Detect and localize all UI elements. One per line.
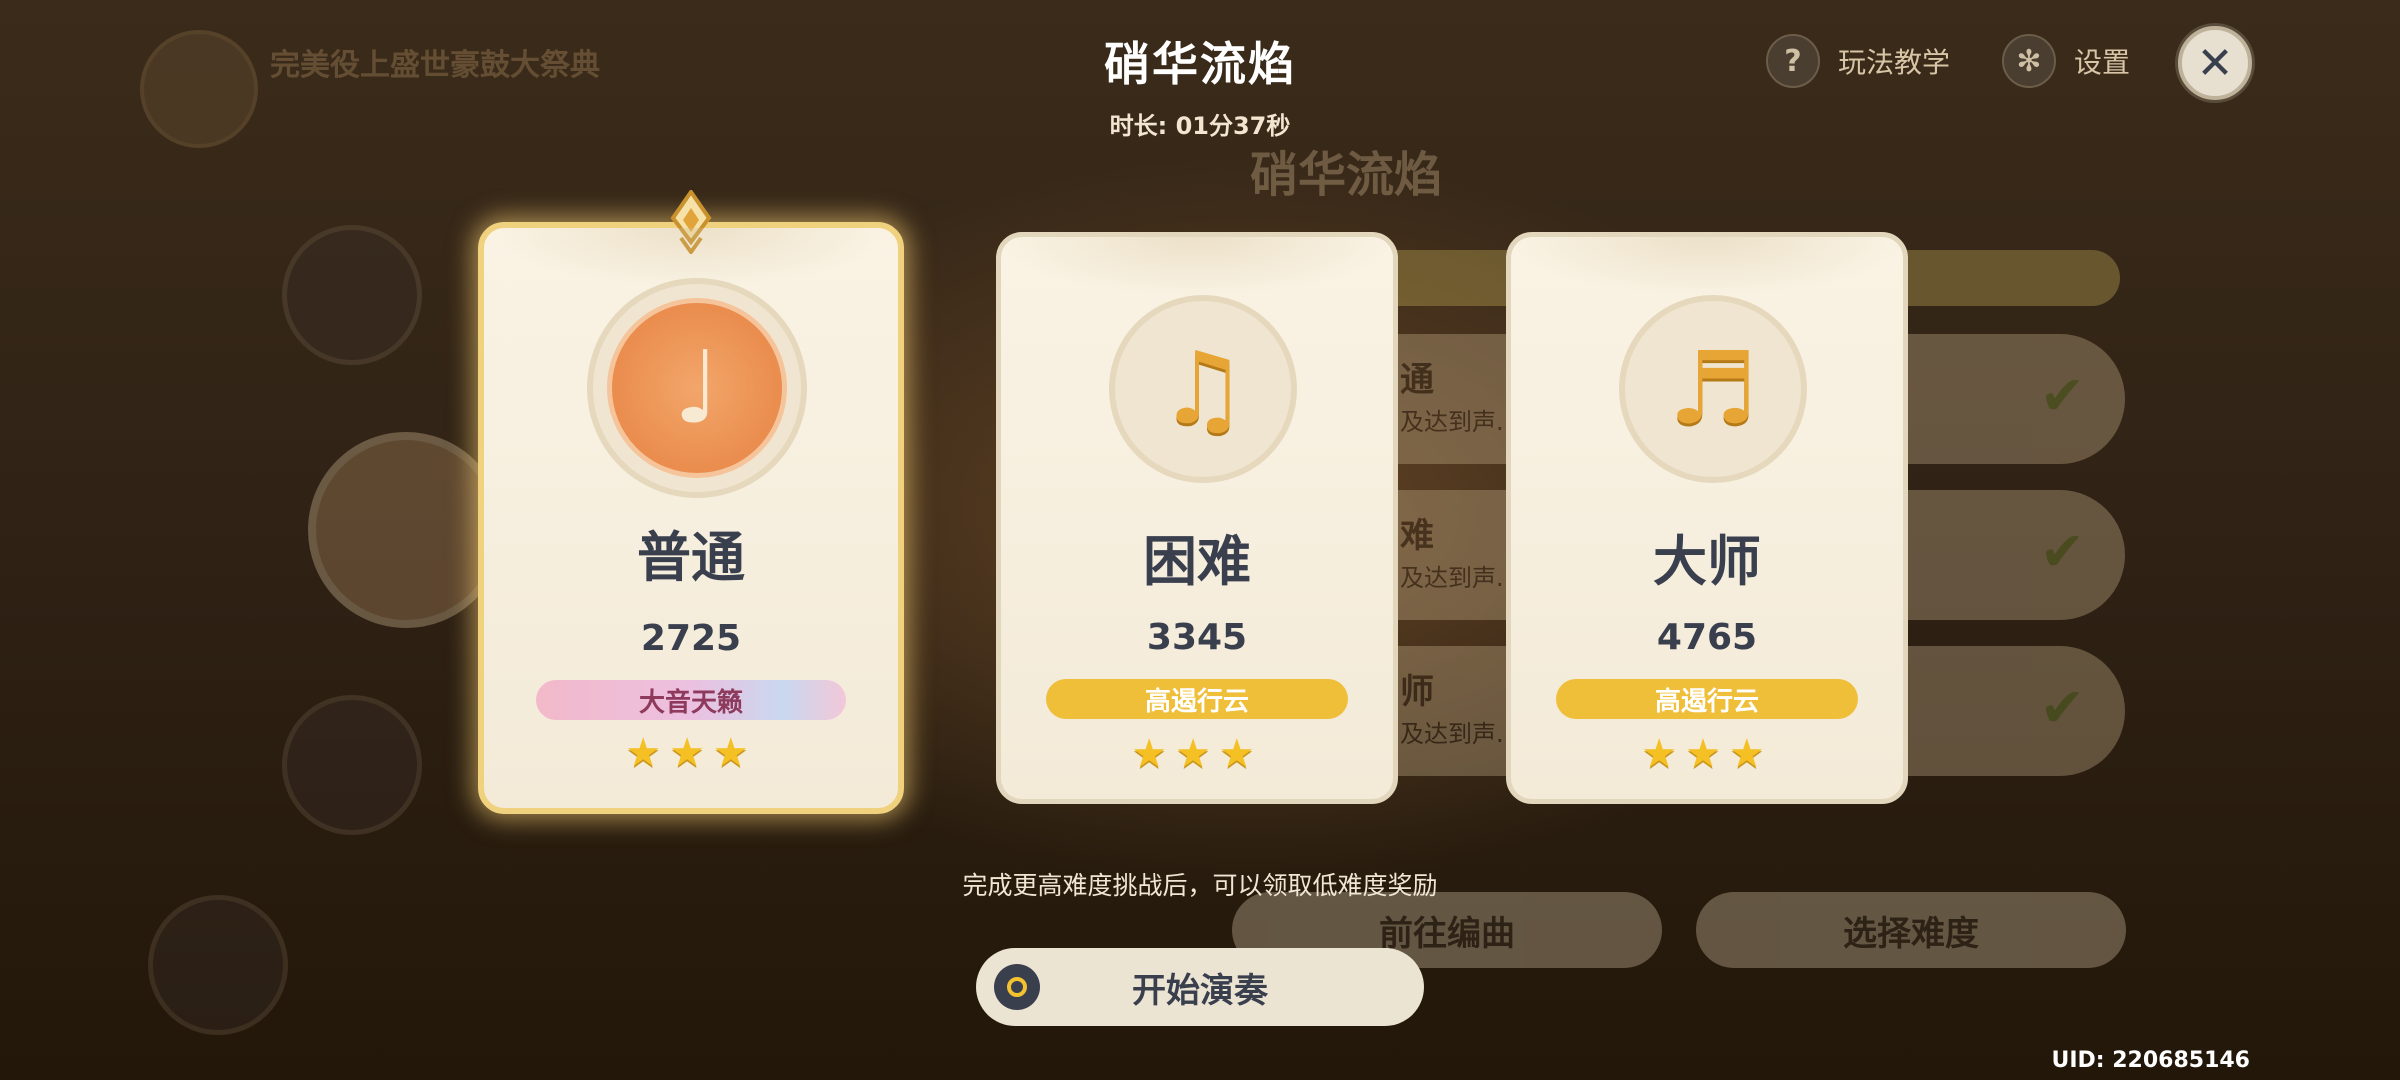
uid-label: UID: 220685146 <box>2051 1048 2250 1073</box>
start-label: 开始演奏 <box>1132 970 1268 1011</box>
single-note-icon: ♩ <box>607 298 787 478</box>
triple-note-icon: ♬ <box>1668 330 1758 447</box>
rank-badge: 大音天籁 <box>536 680 846 720</box>
confirm-ring-icon <box>994 964 1040 1010</box>
emblem: ♬ <box>1619 295 1807 483</box>
rank-badge: 高遏行云 <box>1046 679 1348 719</box>
close-icon: ✕ <box>2196 37 2234 89</box>
question-icon: ? <box>1766 34 1820 88</box>
difficulty-name: 普通 <box>637 526 745 589</box>
difficulty-card-master[interactable]: ♬ 大师 4765 高遏行云 ★★★ <box>1506 232 1908 804</box>
locked-song-node <box>282 695 422 835</box>
difficulty-card-hard[interactable]: ♫ 困难 3345 高遏行云 ★★★ <box>996 232 1398 804</box>
select-difficulty-button: 选择难度 <box>1696 892 2126 968</box>
settings-button[interactable]: ✻ 设置 <box>2002 34 2130 88</box>
check-icon: ✔ <box>2039 364 2085 427</box>
panel-title: 硝华流焰 <box>1250 147 1443 203</box>
current-song-node <box>308 432 504 628</box>
tutorial-label: 玩法教学 <box>1838 46 1951 79</box>
star-rating: ★★★ <box>1641 731 1773 777</box>
duration: 时长: 01分37秒 <box>1109 112 1291 140</box>
tutorial-button[interactable]: ? 玩法教学 <box>1766 34 1950 88</box>
check-icon: ✔ <box>2039 676 2085 739</box>
close-button[interactable]: ✕ <box>2178 26 2252 100</box>
locked-song-node <box>282 225 422 365</box>
double-note-icon: ♫ <box>1158 330 1248 447</box>
star-rating: ★★★ <box>1131 731 1263 777</box>
star-rating: ★★★ <box>625 730 757 776</box>
check-icon: ✔ <box>2039 520 2085 583</box>
emblem: ♩ <box>587 278 807 498</box>
difficulty-name: 困难 <box>1143 530 1251 593</box>
score: 3345 <box>1146 617 1248 658</box>
difficulty-card-normal[interactable]: ♩ 普通 2725 大音天籁 ★★★ <box>478 190 904 814</box>
difficulty-name: 大师 <box>1653 530 1761 593</box>
emblem: ♫ <box>1109 295 1297 483</box>
rank-badge: 高遏行云 <box>1556 679 1858 719</box>
start-performance-button[interactable]: 开始演奏 <box>976 948 1424 1026</box>
song-node <box>148 895 288 1035</box>
score: 2725 <box>640 618 742 659</box>
gear-icon: ✻ <box>2002 34 2056 88</box>
settings-label: 设置 <box>2074 46 2131 79</box>
reward-hint: 完成更高难度挑战后，可以领取低难度奖励 <box>962 871 1438 900</box>
score: 4765 <box>1656 617 1758 658</box>
